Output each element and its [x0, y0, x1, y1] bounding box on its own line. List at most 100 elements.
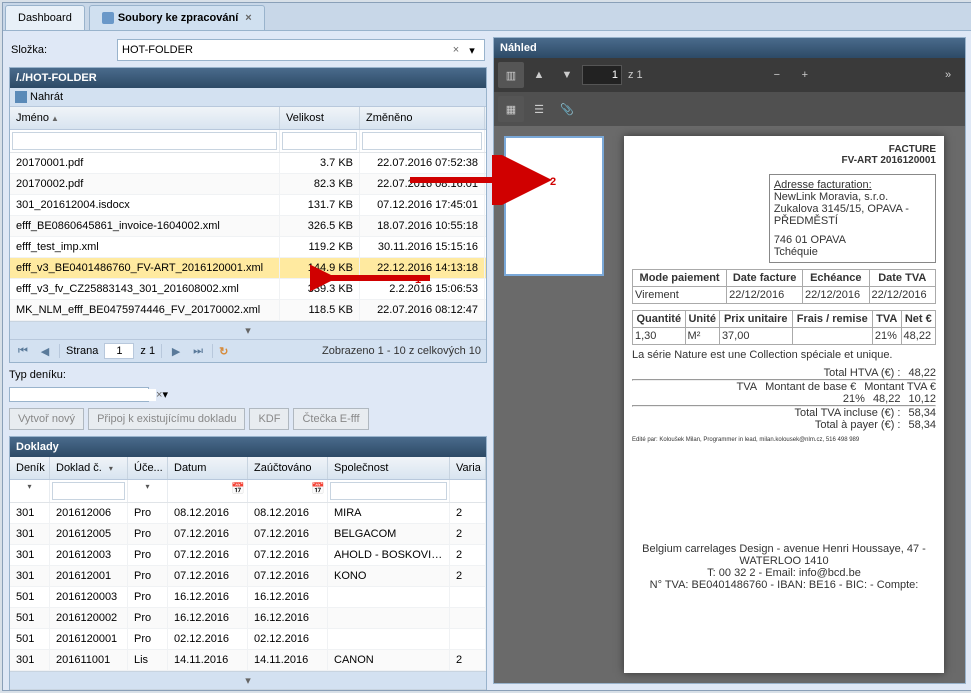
docs-panel: Doklady Deník Doklad č.▾ Úče... Datum Za… — [9, 436, 487, 690]
tab-dashboard[interactable]: Dashboard — [5, 5, 85, 30]
zoom-in-icon[interactable]: + — [792, 62, 818, 88]
doc-row[interactable]: 301201612003Pro07.12.201607.12.2016AHOLD… — [10, 545, 486, 566]
sidebar-toggle-icon[interactable]: ▥ — [498, 62, 524, 88]
file-name: 20170002.pdf — [10, 174, 280, 194]
calendar-icon[interactable]: 📅 — [311, 483, 325, 495]
doc-row[interactable]: 301201611001Lis14.11.201614.11.2016CANON… — [10, 650, 486, 671]
file-changed: 07.12.2016 17:45:01 — [360, 195, 485, 215]
pager-prev-icon[interactable]: ◀ — [37, 343, 53, 359]
calendar-icon[interactable]: 📅 — [231, 483, 245, 495]
page-up-icon[interactable]: ▲ — [526, 62, 552, 88]
file-size: 118.5 KB — [280, 300, 360, 320]
pager-summary: Zobrazeno 1 - 10 z celkových 10 — [322, 345, 481, 357]
filter-name[interactable] — [12, 132, 277, 150]
col-uce[interactable]: Úče... — [128, 457, 168, 479]
col-doklad[interactable]: Doklad č.▾ — [50, 457, 128, 479]
chevron-down-icon[interactable]: ▾ — [162, 388, 168, 401]
scroll-down-button[interactable]: ▾ — [10, 321, 486, 339]
col-datum[interactable]: Datum — [168, 457, 248, 479]
file-row[interactable]: 20170001.pdf3.7 KB22.07.2016 07:52:38 — [10, 153, 486, 174]
file-size: 339.3 KB — [280, 279, 360, 299]
files-icon — [102, 12, 114, 24]
page-of: z 1 — [624, 69, 647, 81]
filter-doklad[interactable] — [52, 482, 125, 500]
page-down-icon[interactable]: ▼ — [554, 62, 580, 88]
expand-icon[interactable]: » — [935, 62, 961, 88]
col-spolecnost[interactable]: Společnost — [328, 457, 450, 479]
col-name[interactable]: Jméno — [10, 107, 280, 129]
folder-select[interactable]: × ▾ — [117, 39, 485, 61]
outline-icon[interactable]: ☰ — [526, 96, 552, 122]
attachments-icon[interactable]: 📎 — [554, 96, 580, 122]
file-name: MK_NLM_efff_BE0475974446_FV_20170002.xml — [10, 300, 280, 320]
pager-last-icon[interactable]: ⏭ — [190, 343, 206, 359]
file-row[interactable]: 301_201612004.isdocx131.7 KB07.12.2016 1… — [10, 195, 486, 216]
journal-type-select[interactable]: × ▾ — [9, 387, 149, 402]
file-changed: 2.2.2016 15:06:53 — [360, 279, 485, 299]
filter-spolecnost[interactable] — [330, 482, 447, 500]
efff-reader-button[interactable]: Čtečka E-fff — [293, 408, 368, 430]
file-row[interactable]: 20170002.pdf82.3 KB22.07.2016 08:16:01 — [10, 174, 486, 195]
refresh-icon[interactable]: ↻ — [219, 345, 228, 358]
attach-existing-button[interactable]: Připoj k existujícímu dokladu — [88, 408, 245, 430]
col-size[interactable]: Velikost — [280, 107, 360, 129]
upload-icon — [15, 91, 27, 103]
file-changed: 18.07.2016 10:55:18 — [360, 216, 485, 236]
col-denik[interactable]: Deník — [10, 457, 50, 479]
doc-row[interactable]: 301201612006Pro08.12.201608.12.2016MIRA2 — [10, 503, 486, 524]
journal-type-input[interactable] — [14, 389, 156, 401]
doc-row[interactable]: 5012016120003Pro16.12.201616.12.2016 — [10, 587, 486, 608]
page-thumbnail[interactable] — [504, 136, 604, 276]
kdf-button[interactable]: KDF — [249, 408, 289, 430]
file-row[interactable]: MK_NLM_efff_BE0475974446_FV_20170002.xml… — [10, 300, 486, 321]
col-changed[interactable]: Změněno — [360, 107, 485, 129]
file-size: 326.5 KB — [280, 216, 360, 236]
doc-row[interactable]: 5012016120001Pro02.12.201602.12.2016 — [10, 629, 486, 650]
chevron-down-icon[interactable]: ▾ — [464, 44, 480, 57]
file-changed: 22.07.2016 07:52:38 — [360, 153, 485, 173]
horizontal-scrollbar[interactable]: ◀ ▶ — [10, 689, 486, 690]
thumbnails-icon[interactable]: ▦ — [498, 96, 524, 122]
pager-page-input[interactable] — [104, 343, 134, 359]
file-changed: 22.07.2016 08:16:01 — [360, 174, 485, 194]
folder-input[interactable] — [122, 44, 448, 56]
file-row[interactable]: efff_v3_fv_CZ25883143_301_201608002.xml3… — [10, 279, 486, 300]
clear-icon[interactable]: × — [448, 44, 464, 56]
file-size: 119.2 KB — [280, 237, 360, 257]
doc-row[interactable]: 301201612005Pro07.12.201607.12.2016BELGA… — [10, 524, 486, 545]
zoom-out-icon[interactable]: − — [764, 62, 790, 88]
file-row[interactable]: efff_v3_BE0401486760_FV-ART_2016120001.x… — [10, 258, 486, 279]
file-name: 20170001.pdf — [10, 153, 280, 173]
pager-of: z 1 — [140, 345, 155, 357]
file-row[interactable]: efff_BE0860645861_invoice-1604002.xml326… — [10, 216, 486, 237]
app-window: Dashboard Soubory ke zpracování × Složka… — [2, 2, 971, 691]
file-name: efff_BE0860645861_invoice-1604002.xml — [10, 216, 280, 236]
filter-size[interactable] — [282, 132, 357, 150]
pager-next-icon[interactable]: ▶ — [168, 343, 184, 359]
pager-first-icon[interactable]: ⏮ — [15, 343, 31, 359]
col-varia[interactable]: Varia — [450, 457, 486, 479]
doc-row[interactable]: 301201612001Pro07.12.201607.12.2016KONO2 — [10, 566, 486, 587]
scroll-down-button[interactable]: ▾ — [10, 671, 486, 689]
file-size: 82.3 KB — [280, 174, 360, 194]
file-changed: 30.11.2016 15:15:16 — [360, 237, 485, 257]
close-icon[interactable]: × — [245, 12, 251, 24]
file-size: 3.7 KB — [280, 153, 360, 173]
filter-dropdown-icon[interactable]: ▾ — [142, 482, 154, 500]
file-name: 301_201612004.isdocx — [10, 195, 280, 215]
chevron-down-icon[interactable]: ▾ — [105, 464, 117, 473]
doc-row[interactable]: 5012016120002Pro16.12.201616.12.2016 — [10, 608, 486, 629]
file-name: efff_v3_BE0401486760_FV-ART_2016120001.x… — [10, 258, 280, 278]
pager-page-label: Strana — [66, 345, 98, 357]
create-new-button[interactable]: Vytvoř nový — [9, 408, 84, 430]
preview-panel: Náhled ▥ ▲ ▼ z 1 − + » ▦ ☰ 📎 — [493, 37, 966, 684]
tab-bar: Dashboard Soubory ke zpracování × — [3, 3, 971, 31]
filter-date[interactable] — [362, 132, 482, 150]
page-number-input[interactable] — [582, 65, 622, 85]
file-row[interactable]: efff_test_imp.xml119.2 KB30.11.2016 15:1… — [10, 237, 486, 258]
col-zauctovano[interactable]: Zaúčtováno — [248, 457, 328, 479]
preview-title: Náhled — [494, 38, 965, 58]
filter-dropdown-icon[interactable]: ▾ — [24, 482, 36, 500]
upload-button[interactable]: Nahrát — [15, 91, 63, 103]
tab-soubory[interactable]: Soubory ke zpracování × — [89, 5, 265, 30]
